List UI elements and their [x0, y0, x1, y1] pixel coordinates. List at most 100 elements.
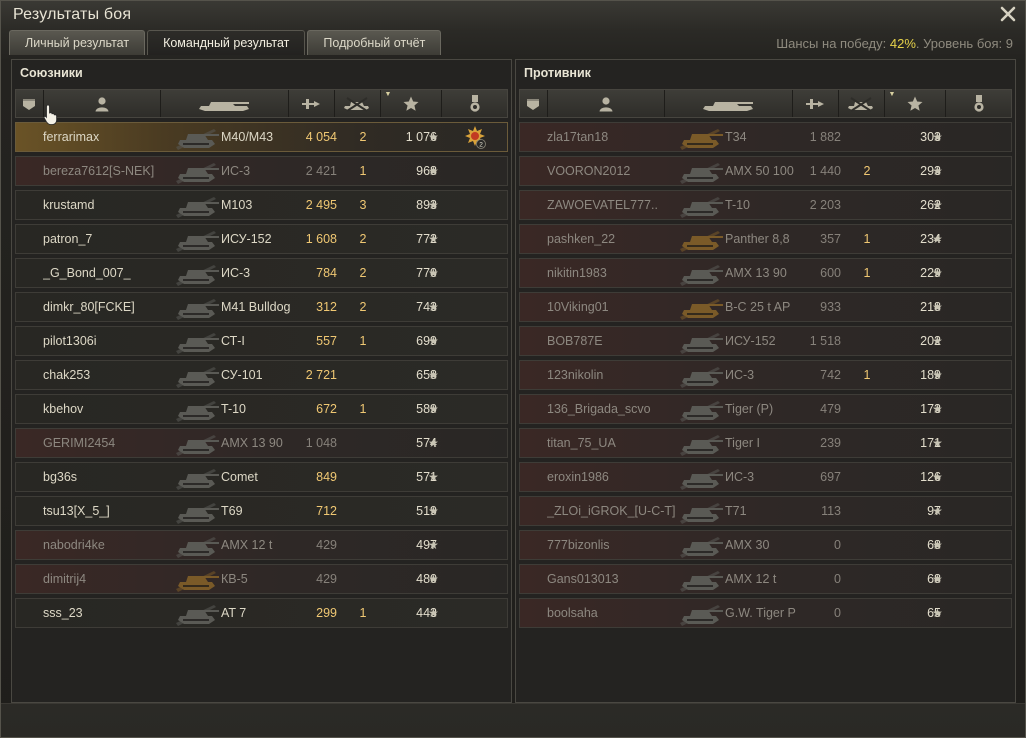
enemies-player-row[interactable]: VOORON2012 AMX 50 100 1 440 2 293 ★	[519, 156, 1012, 186]
allies-player-row[interactable]: bg36s Comet 849 571 ★	[15, 462, 508, 492]
enemies-vehicle-column-icon[interactable]	[665, 90, 793, 117]
player-name[interactable]: titan_75_UA	[547, 429, 682, 457]
enemies-player-row[interactable]: 777bizonlis AMX 30 0 68 ★	[519, 530, 1012, 560]
allies-damage-column-icon[interactable]	[289, 90, 335, 117]
allies-player-row[interactable]: GERIMI2454 AMX 13 90 1 048 574 ★	[15, 428, 508, 458]
allies-player-row[interactable]: dimkr_80[FCKE] M41 Bulldog 312 2 743 ★	[15, 292, 508, 322]
enemies-player-row[interactable]: nikitin1983 AMX 13 90 600 1 229 ★	[519, 258, 1012, 288]
enemies-player-row[interactable]: BOB787E ИСУ-152 1 518 202 ★	[519, 326, 1012, 356]
enemies-xp-column-icon[interactable]: ▼	[885, 90, 947, 117]
mastery-medal-icon[interactable]: 2	[463, 125, 487, 149]
allies-squad-icon[interactable]	[16, 90, 44, 117]
player-name[interactable]: eroxin1986	[547, 463, 682, 491]
tab-team[interactable]: Командный результат	[147, 30, 306, 55]
player-name[interactable]: _ZLOi_iGROK_[U-C-T]	[547, 497, 682, 525]
damage-value: 784	[316, 266, 337, 280]
allies-player-column-icon[interactable]	[44, 90, 162, 117]
allies-vehicle-column-icon[interactable]	[161, 90, 289, 117]
allies-achievements-column-icon[interactable]	[442, 90, 507, 117]
allies-player-row[interactable]: ferrarimax M40/M43 4 054 2 1 076 ★ 2	[15, 122, 508, 152]
allies-player-row[interactable]: pilot1306i СТ-I 557 1 699 ★	[15, 326, 508, 356]
sort-desc-icon: ▼	[888, 91, 896, 98]
star-icon: ★	[932, 334, 943, 348]
allies-frags-column-icon[interactable]	[335, 90, 381, 117]
enemies-player-row[interactable]: 136_Brigada_scvo Tiger (P) 479 173 ★	[519, 394, 1012, 424]
enemies-player-row[interactable]: ZAWOEVATEL777.. T-10 2 203 262 ★	[519, 190, 1012, 220]
player-name[interactable]: tsu13[X_5_]	[43, 497, 178, 525]
allies-player-row[interactable]: _G_Bond_007_ ИС-3 784 2 770 ★	[15, 258, 508, 288]
allies-player-row[interactable]: tsu13[X_5_] T69 712 519 ★	[15, 496, 508, 526]
star-icon: ★	[932, 606, 943, 620]
allies-player-row[interactable]: chak253 СУ-101 2 721 658 ★	[15, 360, 508, 390]
player-name[interactable]: boolsaha	[547, 599, 682, 627]
enemies-damage-column-icon[interactable]	[793, 90, 839, 117]
allies-xp-column-icon[interactable]: ▼	[381, 90, 443, 117]
player-name[interactable]: 136_Brigada_scvo	[547, 395, 682, 423]
tab-detailed[interactable]: Подробный отчёт	[307, 30, 442, 55]
player-name[interactable]: BOB787E	[547, 327, 682, 355]
enemies-frags-column-icon[interactable]	[839, 90, 885, 117]
damage-value: 1 608	[305, 232, 337, 246]
player-name[interactable]: 123nikolin	[547, 361, 682, 389]
player-name[interactable]: GERIMI2454	[43, 429, 178, 457]
player-name[interactable]: 777bizonlis	[547, 531, 682, 559]
tab-personal[interactable]: Личный результат	[9, 30, 146, 55]
player-name[interactable]: zla17tan18	[547, 123, 682, 151]
tank-icon	[174, 327, 219, 355]
player-name[interactable]: dimitrij4	[43, 565, 178, 593]
enemies-player-row[interactable]: 123nikolin ИС-3 742 1 189 ★	[519, 360, 1012, 390]
vehicle-name: ИС-3	[725, 470, 755, 484]
player-name[interactable]: ZAWOEVATEL777..	[547, 191, 682, 219]
vehicle-name: Comet	[221, 470, 258, 484]
player-name[interactable]: nikitin1983	[547, 259, 682, 287]
enemies-player-row[interactable]: 10Viking01 B-C 25 t AP 933 218 ★	[519, 292, 1012, 322]
star-icon: ★	[428, 266, 439, 280]
damage-value: 557	[316, 334, 337, 348]
allies-player-row[interactable]: bereza7612[S-NEK] ИС-3 2 421 1 968 ★	[15, 156, 508, 186]
tank-icon	[678, 531, 723, 559]
player-name[interactable]: patron_7	[43, 225, 178, 253]
enemies-achievements-column-icon[interactable]	[946, 90, 1011, 117]
enemies-player-column-icon[interactable]	[548, 90, 666, 117]
allies-player-row[interactable]: kbehov T-10 672 1 589 ★	[15, 394, 508, 424]
enemies-player-row[interactable]: _ZLOi_iGROK_[U-C-T] T71 113 97 ★	[519, 496, 1012, 526]
frags-value: 3	[359, 198, 367, 212]
allies-player-row[interactable]: patron_7 ИСУ-152 1 608 2 772 ★	[15, 224, 508, 254]
player-name[interactable]: dimkr_80[FCKE]	[43, 293, 178, 321]
damage-value: 672	[316, 402, 337, 416]
allies-player-row[interactable]: sss_23 AT 7 299 1 443 ★	[15, 598, 508, 628]
allies-player-row[interactable]: krustamd M103 2 495 3 893 ★	[15, 190, 508, 220]
allies-player-row[interactable]: dimitrij4 КВ-5 429 480 ★	[15, 564, 508, 594]
close-icon[interactable]	[999, 5, 1017, 23]
enemies-player-row[interactable]: zla17tan18 T34 1 882 303 ★	[519, 122, 1012, 152]
enemies-player-row[interactable]: titan_75_UA Tiger I 239 171 ★	[519, 428, 1012, 458]
enemies-player-row[interactable]: boolsaha G.W. Tiger P 0 65 ★	[519, 598, 1012, 628]
player-name[interactable]: bereza7612[S-NEK]	[43, 157, 178, 185]
enemies-player-row[interactable]: eroxin1986 ИС-3 697 126 ★	[519, 462, 1012, 492]
allies-player-row[interactable]: nabodri4ke AMX 12 t 429 497 ★	[15, 530, 508, 560]
vehicle-name: AMX 13 90	[725, 266, 787, 280]
player-name[interactable]: ferrarimax	[43, 123, 178, 151]
player-name[interactable]: VOORON2012	[547, 157, 682, 185]
player-name[interactable]: 10Viking01	[547, 293, 682, 321]
player-name[interactable]: krustamd	[43, 191, 178, 219]
player-name[interactable]: _G_Bond_007_	[43, 259, 178, 287]
player-name[interactable]: pilot1306i	[43, 327, 178, 355]
player-name[interactable]: sss_23	[43, 599, 178, 627]
enemies-player-row[interactable]: Gans013013 AMX 12 t 0 68 ★	[519, 564, 1012, 594]
player-name[interactable]: kbehov	[43, 395, 178, 423]
player-name[interactable]: bg36s	[43, 463, 178, 491]
player-name[interactable]: nabodri4ke	[43, 531, 178, 559]
enemies-squad-icon[interactable]	[520, 90, 548, 117]
enemies-player-row[interactable]: pashken_22 Panther 8,8 357 1 234 ★	[519, 224, 1012, 254]
player-name[interactable]: chak253	[43, 361, 178, 389]
tank-icon	[174, 293, 219, 321]
tank-icon	[174, 191, 219, 219]
damage-value: 429	[316, 572, 337, 586]
star-icon: ★	[428, 368, 439, 382]
star-icon: ★	[932, 300, 943, 314]
player-name[interactable]: pashken_22	[547, 225, 682, 253]
player-name[interactable]: Gans013013	[547, 565, 682, 593]
frags-value: 1	[863, 368, 871, 382]
damage-value: 1 440	[809, 164, 841, 178]
